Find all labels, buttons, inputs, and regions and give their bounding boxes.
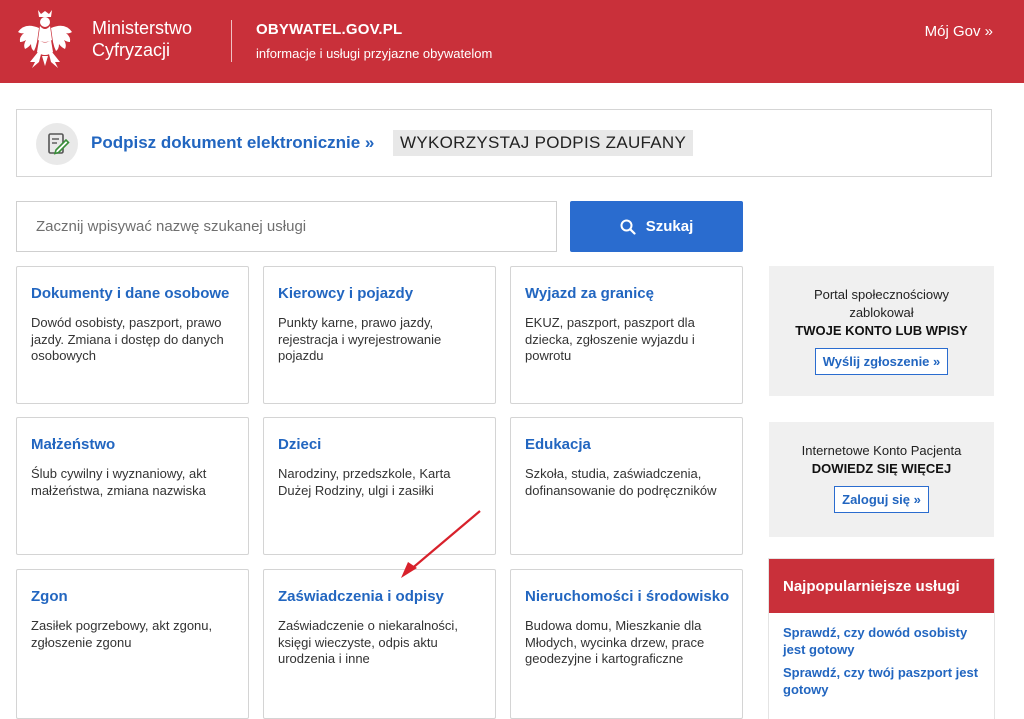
social-block-strong: TWOJE KONTO LUB WPISY (795, 323, 968, 338)
sign-document-icon (36, 123, 78, 165)
moj-gov-link[interactable]: Mój Gov » (925, 23, 993, 40)
category-description: Szkoła, studia, zaświadczenia, dofinanso… (525, 466, 717, 498)
social-block-line-1: Portal społecznościowy (813, 287, 950, 302)
search-icon (620, 219, 636, 235)
search-button[interactable]: Szukaj (570, 201, 743, 252)
sign-document-banner: Podpisz dokument elektronicznie » WYKORZ… (16, 109, 992, 177)
popular-link-id-card[interactable]: Sprawdź, czy dowód osobisty jest gotowy (783, 625, 980, 658)
login-button[interactable]: Zaloguj się » (834, 486, 929, 513)
category-card-travel[interactable]: Wyjazd za granicę EKUZ, paszport, paszpo… (510, 266, 743, 404)
category-title[interactable]: Dokumenty i dane osobowe (31, 285, 229, 302)
popular-services-title: Najpopularniejsze usługi (769, 559, 994, 613)
popular-link-passport[interactable]: Sprawdź, czy twój paszport jest gotowy (783, 665, 980, 698)
ministry-line-2: Cyfryzacji (92, 40, 171, 60)
category-card-real-estate[interactable]: Nieruchomości i środowisko Budowa domu, … (510, 569, 743, 719)
category-title[interactable]: Nieruchomości i środowisko (525, 588, 729, 605)
category-card-documents[interactable]: Dokumenty i dane osobowe Dowód osobisty,… (16, 266, 249, 404)
social-block-line-2: zablokował (849, 305, 914, 320)
category-card-marriage[interactable]: Małżeństwo Ślub cywilny i wyznaniowy, ak… (16, 417, 249, 555)
sign-document-link[interactable]: Podpisz dokument elektronicznie » (91, 133, 374, 153)
category-title[interactable]: Edukacja (525, 436, 591, 453)
category-title[interactable]: Kierowcy i pojazdy (278, 285, 413, 302)
site-name[interactable]: OBYWATEL.GOV.PL (256, 21, 402, 38)
header-divider (231, 20, 232, 62)
category-title[interactable]: Zgon (31, 588, 68, 605)
category-description: Zasiłek pogrzebowy, akt zgonu, zgłoszeni… (31, 618, 213, 650)
polish-eagle-emblem-icon[interactable] (16, 8, 74, 70)
category-description: Narodziny, przedszkole, Karta Dużej Rodz… (278, 466, 451, 498)
category-description: Ślub cywilny i wyznaniowy, akt małżeństw… (31, 466, 207, 498)
category-description: Zaświadczenie o niekaralności, księgi wi… (278, 618, 458, 666)
category-card-certificates[interactable]: Zaświadczenia i odpisy Zaświadczenie o n… (263, 569, 496, 719)
patient-account-strong: DOWIEDZ SIĘ WIĘCEJ (811, 461, 952, 476)
category-title[interactable]: Wyjazd za granicę (525, 285, 654, 302)
category-card-education[interactable]: Edukacja Szkoła, studia, zaświadczenia, … (510, 417, 743, 555)
category-description: EKUZ, paszport, paszport dla dziecka, zg… (525, 315, 695, 363)
popular-services-panel: Najpopularniejsze usługi Sprawdź, czy do… (769, 559, 994, 719)
category-description: Dowód osobisty, paszport, prawo jazdy. Z… (31, 315, 224, 363)
popular-services-list: Sprawdź, czy dowód osobisty jest gotowy … (769, 613, 994, 698)
patient-account-title: Internetowe Konto Pacjenta (801, 443, 962, 458)
category-title[interactable]: Zaświadczenia i odpisy (278, 588, 444, 605)
service-search-input[interactable] (16, 201, 557, 252)
trusted-profile-badge: WYKORZYSTAJ PODPIS ZAUFANY (393, 130, 694, 156)
annotation-arrow-icon (401, 510, 481, 578)
category-description: Punkty karne, prawo jazdy, rejestracja i… (278, 315, 442, 363)
ministry-name: Ministerstwo Cyfryzacji (92, 17, 192, 61)
site-header: Ministerstwo Cyfryzacji OBYWATEL.GOV.PL … (0, 0, 1024, 83)
site-tagline: informacje i usługi przyjazne obywatelom (256, 46, 493, 61)
patient-account-box: Internetowe Konto Pacjenta DOWIEDZ SIĘ W… (769, 422, 994, 537)
send-report-button[interactable]: Wyślij zgłoszenie » (814, 348, 949, 375)
category-title[interactable]: Dzieci (278, 436, 321, 453)
social-block-box: Portal społecznościowy zablokował TWOJE … (769, 266, 994, 396)
category-card-drivers[interactable]: Kierowcy i pojazdy Punkty karne, prawo j… (263, 266, 496, 404)
search-button-label: Szukaj (645, 218, 694, 235)
category-card-death[interactable]: Zgon Zasiłek pogrzebowy, akt zgonu, zgło… (16, 569, 249, 719)
category-description: Budowa domu, Mieszkanie dla Młodych, wyc… (525, 618, 705, 666)
category-title[interactable]: Małżeństwo (31, 436, 115, 453)
ministry-line-1: Ministerstwo (92, 18, 193, 38)
